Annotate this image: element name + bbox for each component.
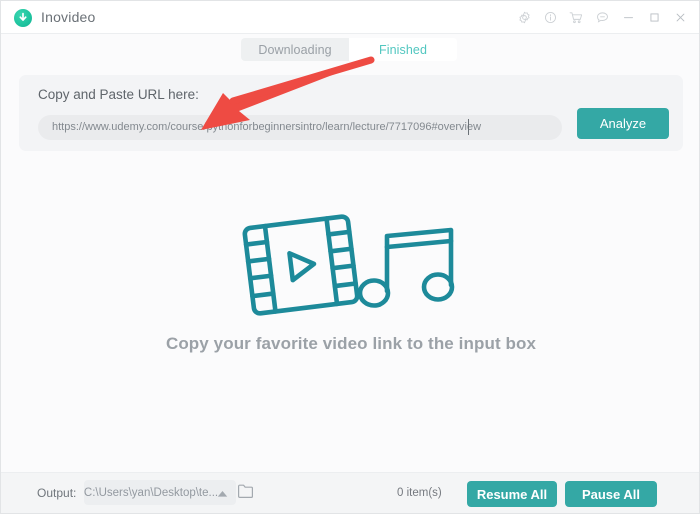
window-controls bbox=[511, 1, 693, 34]
inovideo-window: Inovideo Downloading Finished Copy and P… bbox=[0, 0, 700, 514]
resume-all-button[interactable]: Resume All bbox=[467, 481, 557, 507]
text-cursor bbox=[468, 119, 469, 135]
folder-icon bbox=[238, 484, 253, 498]
download-circle-icon bbox=[19, 12, 27, 21]
tab-downloading[interactable]: Downloading bbox=[241, 38, 349, 61]
tab-bar: Downloading Finished bbox=[241, 38, 457, 61]
output-path-text: C:\Users\yan\Desktop\te... bbox=[83, 486, 219, 499]
music-note-icon bbox=[357, 227, 455, 308]
chat-bubble-icon[interactable] bbox=[589, 1, 615, 34]
url-panel: Copy and Paste URL here: Analyze bbox=[19, 75, 683, 151]
url-input[interactable] bbox=[38, 115, 562, 140]
empty-state-message: Copy your favorite video link to the inp… bbox=[165, 334, 537, 353]
close-icon[interactable] bbox=[667, 1, 693, 34]
minimize-icon[interactable] bbox=[615, 1, 641, 34]
open-folder-button[interactable] bbox=[237, 483, 257, 501]
app-title: Inovideo bbox=[41, 9, 96, 25]
info-circle-icon[interactable] bbox=[537, 1, 563, 34]
shopping-cart-icon[interactable] bbox=[563, 1, 589, 34]
pause-all-button[interactable]: Pause All bbox=[565, 481, 657, 507]
analyze-button[interactable]: Analyze bbox=[577, 108, 669, 139]
empty-state-illustration bbox=[239, 208, 469, 323]
caret-up-icon bbox=[217, 489, 228, 501]
tab-finished[interactable]: Finished bbox=[349, 38, 457, 61]
output-path-dropdown[interactable]: C:\Users\yan\Desktop\te... bbox=[84, 480, 236, 505]
gear-icon[interactable] bbox=[511, 1, 537, 34]
item-count: 0 item(s) bbox=[397, 487, 442, 499]
title-bar: Inovideo bbox=[1, 1, 699, 34]
film-strip-play-icon bbox=[242, 214, 360, 316]
app-logo-icon bbox=[14, 9, 32, 27]
bottom-bar: Output: C:\Users\yan\Desktop\te... 0 ite… bbox=[1, 472, 699, 513]
maximize-icon[interactable] bbox=[641, 1, 667, 34]
url-panel-label: Copy and Paste URL here: bbox=[38, 87, 199, 102]
output-label: Output: bbox=[37, 486, 77, 500]
